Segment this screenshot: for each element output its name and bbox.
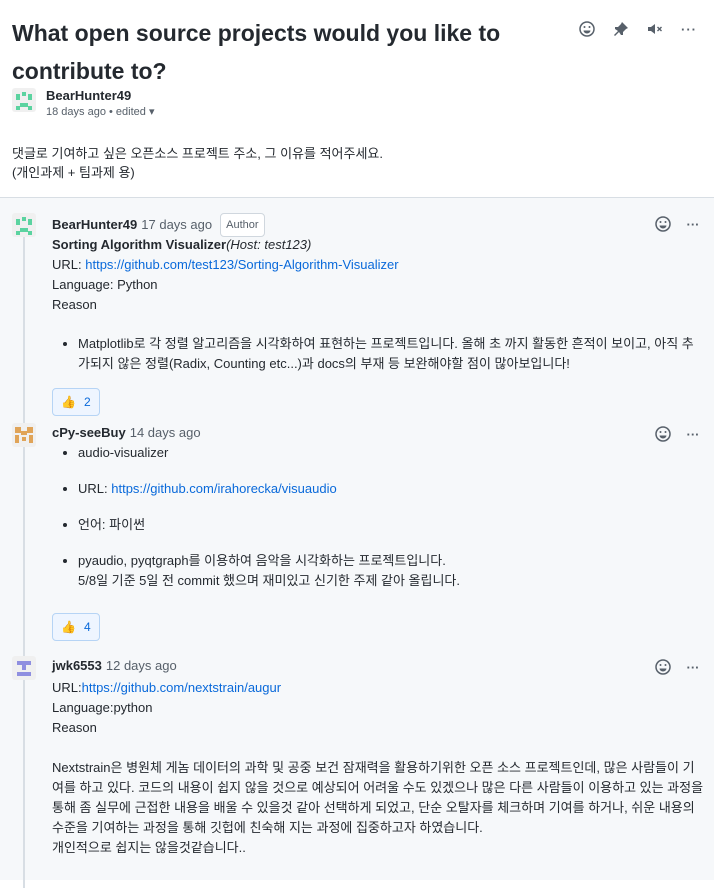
author-name[interactable]: jwk6553 bbox=[52, 656, 102, 676]
header-actions: ··· bbox=[578, 20, 698, 38]
body-line: 댓글로 기여하고 싶은 오픈소스 프로젝트 주소, 그 이유를 적어주세요. bbox=[12, 146, 383, 161]
author-name[interactable]: BearHunter49 bbox=[46, 88, 154, 104]
timestamp[interactable]: 18 days ago bbox=[46, 106, 106, 118]
avatar[interactable] bbox=[12, 88, 36, 112]
url-label: URL: bbox=[52, 257, 86, 272]
bullet-line: 5/8일 기준 5일 전 commit 했으며 재미있고 신기한 주제 같아 올… bbox=[78, 573, 461, 588]
more-icon[interactable]: ··· bbox=[680, 20, 698, 38]
avatar[interactable] bbox=[12, 656, 36, 680]
list-item: URL: https://github.com/irahorecka/visua… bbox=[78, 479, 700, 499]
comments-section: BearHunter49 17 days ago Author ··· Sortin… bbox=[0, 197, 714, 888]
author-name[interactable]: BearHunter49 bbox=[52, 215, 137, 235]
more-icon[interactable]: ··· bbox=[684, 658, 702, 676]
discussion-title: What open source projects would you like… bbox=[12, 20, 501, 84]
post-body: 댓글로 기여하고 싶은 오픈소스 프로젝트 주소, 그 이유를 적어주세요. (… bbox=[12, 144, 383, 182]
author-name[interactable]: cPy-seeBuy bbox=[52, 423, 126, 443]
smiley-icon[interactable] bbox=[654, 658, 672, 676]
thumbs-up-icon: 👍 bbox=[61, 395, 76, 409]
timestamp[interactable]: 14 days ago bbox=[130, 423, 201, 443]
smiley-icon[interactable] bbox=[654, 215, 672, 233]
reason-paragraph: Nextstrain은 병원체 게놈 데이터의 과학 및 공중 보건 잠재력을 … bbox=[52, 760, 704, 835]
author-badge: Author bbox=[220, 213, 265, 237]
host-note: (Host: test123) bbox=[226, 237, 312, 252]
thumbs-up-reaction[interactable]: 👍 4 bbox=[52, 613, 100, 641]
timestamp[interactable]: 17 days ago bbox=[141, 215, 212, 235]
reaction-count: 4 bbox=[83, 620, 91, 634]
language: Language:python bbox=[52, 700, 153, 715]
thumbs-up-icon: 👍 bbox=[61, 620, 76, 634]
language: Language: Python bbox=[52, 277, 158, 292]
edited-dropdown[interactable]: • edited bbox=[109, 106, 146, 118]
timestamp[interactable]: 12 days ago bbox=[106, 656, 177, 676]
thumbs-up-reaction[interactable]: 👍 2 bbox=[52, 388, 100, 416]
more-icon[interactable]: ··· bbox=[684, 215, 702, 233]
list-item: 언어: 파이썬 bbox=[78, 515, 700, 535]
avatar[interactable] bbox=[12, 213, 36, 237]
timeline-line bbox=[23, 228, 25, 888]
reason-label: Reason bbox=[52, 720, 97, 735]
project-heading: Sorting Algorithm Visualizer bbox=[52, 237, 227, 252]
list-item: audio-visualizer bbox=[78, 443, 700, 463]
url-label: URL: bbox=[78, 481, 112, 496]
url-label: URL: bbox=[52, 680, 82, 695]
closing-line: 개인적으로 쉽지는 않을것같습니다.. bbox=[52, 840, 246, 855]
reaction-count: 2 bbox=[83, 395, 91, 409]
list-item: pyaudio, pyqtgraph를 이용하여 음악을 시각화하는 프로젝트입… bbox=[78, 551, 700, 591]
project-link[interactable]: https://github.com/nextstrain/augur bbox=[82, 680, 281, 695]
body-line: (개인과제 + 팀과제 용) bbox=[12, 165, 135, 180]
project-link[interactable]: https://github.com/test123/Sorting-Algor… bbox=[85, 257, 398, 272]
mute-icon[interactable] bbox=[646, 20, 664, 38]
original-post-header: BearHunter49 18 days ago • edited ▾ bbox=[12, 88, 154, 120]
more-icon[interactable]: ··· bbox=[684, 425, 702, 443]
avatar[interactable] bbox=[12, 423, 36, 447]
reason-bullet: Matplotlib로 각 정렬 알고리즘을 시각화하여 표현하는 프로젝트입니… bbox=[78, 334, 700, 374]
reason-label: Reason bbox=[52, 297, 97, 312]
smiley-icon[interactable] bbox=[654, 425, 672, 443]
project-link[interactable]: https://github.com/irahorecka/visuaudio bbox=[111, 481, 336, 496]
pin-icon[interactable] bbox=[612, 20, 630, 38]
bullet-line: pyaudio, pyqtgraph를 이용하여 음악을 시각화하는 프로젝트입… bbox=[78, 553, 446, 568]
smiley-icon[interactable] bbox=[578, 20, 596, 38]
caret-down-icon[interactable]: ▾ bbox=[149, 106, 155, 118]
